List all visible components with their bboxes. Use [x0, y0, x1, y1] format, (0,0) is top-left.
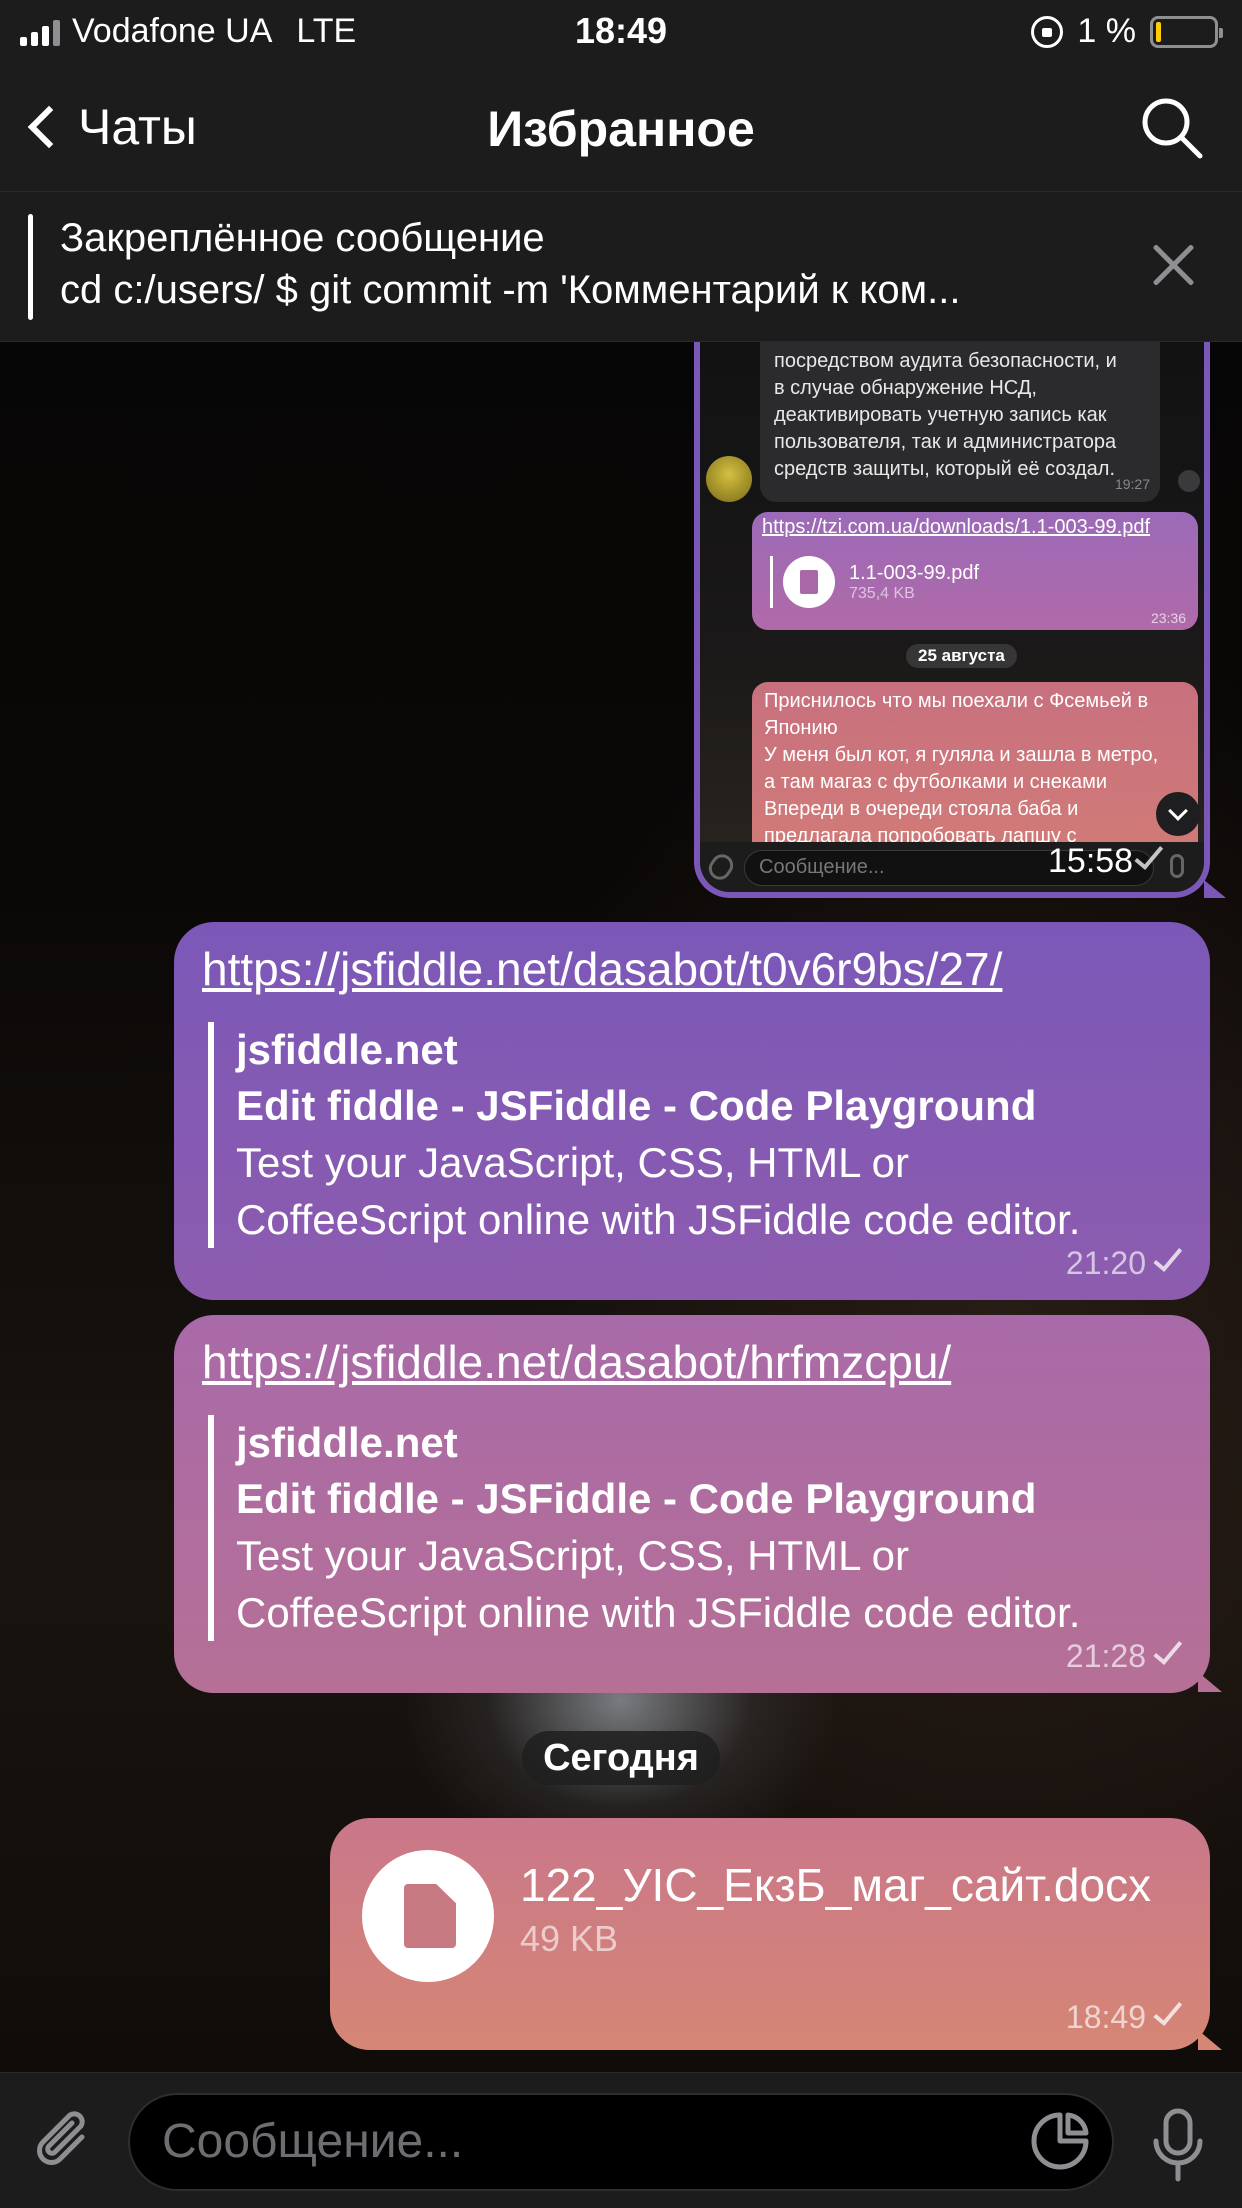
message-time: 21:28	[1065, 1634, 1183, 1675]
time-text: 21:20	[1065, 1245, 1146, 1281]
preview-title: Edit fiddle - JSFiddle - Code Playground	[236, 1082, 1037, 1129]
preview-site-name: jsfiddle.net	[236, 1026, 458, 1073]
message-time: 18:49	[1065, 1995, 1183, 2036]
file-message[interactable]: 122_УІС_ЕкзБ_маг_сайт.docx 49 KB 18:49	[330, 1818, 1210, 2050]
date-separator: Сегодня	[522, 1731, 720, 1785]
orientation-lock-icon	[1031, 15, 1064, 48]
file-icon	[783, 556, 835, 608]
mini-line: деактивировать учетную запись как	[774, 404, 1107, 426]
preview-site-name: jsfiddle.net	[236, 1419, 458, 1466]
mini-line: пользователя, так и администратора	[774, 431, 1117, 453]
sticker-icon[interactable]	[1028, 2109, 1092, 2173]
mini-file: 1.1-003-99.pdf 735,4 KB	[770, 556, 979, 608]
check-icon	[1153, 1634, 1183, 1665]
mini-line: посредством аудита безопасности, и	[774, 350, 1117, 372]
mini-file-name: 1.1-003-99.pdf	[849, 561, 980, 584]
preview-description: Test your JavaScript, CSS, HTML or	[236, 1139, 909, 1186]
mini-message-text: Приснилось что мы поехали с Фсемьей в Яп…	[752, 682, 1198, 842]
message-link[interactable]: https://jsfiddle.net/dasabot/t0v6r9bs/27…	[202, 942, 1184, 996]
screenshot-image: посредством аудита безопасности, и в слу…	[700, 342, 1204, 892]
check-icon	[1153, 1995, 1183, 2026]
pinned-indicator	[28, 214, 33, 320]
message-time: 21:20	[1065, 1241, 1183, 1282]
document-icon	[404, 1884, 456, 1948]
mini-line: Приснилось что мы поехали с Фсемьей в	[764, 690, 1149, 712]
chevron-down-icon	[1156, 792, 1200, 836]
paperclip-icon[interactable]	[30, 2107, 100, 2177]
microphone-icon	[1170, 854, 1184, 878]
file-name: 122_УІС_ЕкзБ_маг_сайт.docx	[520, 1859, 1152, 1911]
battery-icon	[1150, 15, 1223, 48]
pinned-text: cd c:/users/ $ git commit -m 'Комментари…	[60, 268, 961, 312]
avatar	[706, 456, 752, 502]
file-icon[interactable]	[362, 1850, 494, 1982]
mini-line: Впереди в очереди стояла баба и	[764, 798, 1079, 820]
mini-date-separator: 25 августа	[906, 644, 1017, 668]
screenshot-image-message[interactable]: посредством аудита безопасности, и в слу…	[694, 342, 1210, 898]
mini-line: в случае обнаружение НСД,	[774, 377, 1037, 399]
close-icon[interactable]	[1150, 242, 1196, 288]
preview-description: CoffeeScript online with JSFiddle code e…	[236, 1196, 1081, 1243]
microphone-icon[interactable]	[1148, 2107, 1208, 2183]
mini-line: предлагала попробовать лапшу с	[764, 825, 1077, 842]
link-preview[interactable]: jsfiddle.net Edit fiddle - JSFiddle - Co…	[208, 1022, 1080, 1248]
nav-bar: Чаты Избранное	[0, 62, 1242, 192]
preview-title: Edit fiddle - JSFiddle - Code Playground	[236, 1475, 1037, 1522]
link-message[interactable]: https://jsfiddle.net/dasabot/hrfmzcpu/ j…	[174, 1315, 1210, 1693]
message-input[interactable]: Сообщение...	[128, 2093, 1114, 2191]
time-text: 18:49	[1065, 1999, 1146, 2035]
battery-percent: 1 %	[1077, 12, 1136, 50]
forward-icon	[1178, 470, 1200, 492]
chat-title: Избранное	[487, 101, 755, 157]
time-text: 15:58	[1048, 842, 1134, 880]
message-link[interactable]: https://jsfiddle.net/dasabot/hrfmzcpu/	[202, 1335, 1184, 1389]
mini-message-text: посредством аудита безопасности, и в слу…	[760, 342, 1160, 502]
mini-line: У меня был кот, я гуляла и зашла в метро…	[764, 744, 1159, 766]
pinned-message-bar[interactable]: Закреплённое сообщение cd c:/users/ $ gi…	[0, 192, 1242, 342]
message-input-bar: Сообщение...	[0, 2072, 1242, 2208]
battery-level	[1156, 21, 1161, 42]
mini-line: средств защиты, который её создал.	[774, 458, 1116, 480]
file-size: 49 KB	[520, 1918, 619, 1959]
mini-line: а там магаз с футболками и снеками	[764, 771, 1108, 793]
mini-file-size: 735,4 KB	[849, 584, 915, 602]
check-icon	[1153, 1241, 1183, 1272]
preview-description: Test your JavaScript, CSS, HTML or	[236, 1532, 909, 1579]
mini-line: Японию	[764, 717, 838, 739]
status-bar: Vodafone UA LTE 18:49 1 %	[0, 0, 1242, 62]
link-preview[interactable]: jsfiddle.net Edit fiddle - JSFiddle - Co…	[208, 1415, 1080, 1641]
link-message[interactable]: https://jsfiddle.net/dasabot/t0v6r9bs/27…	[174, 922, 1210, 1300]
mini-time: 19:27	[1114, 476, 1150, 492]
search-icon[interactable]	[1138, 94, 1206, 162]
mini-time: 23:36	[1150, 610, 1186, 626]
mini-file-message: https://tzi.com.ua/downloads/1.1-003-99.…	[752, 512, 1198, 630]
preview-description: CoffeeScript online with JSFiddle code e…	[236, 1589, 1081, 1636]
status-right: 1 %	[1031, 12, 1223, 51]
message-time: 15:58	[1048, 839, 1164, 881]
paperclip-icon	[704, 850, 738, 884]
mini-link: https://tzi.com.ua/downloads/1.1-003-99.…	[762, 516, 1151, 538]
pinned-title: Закреплённое сообщение	[60, 216, 545, 260]
time-text: 21:28	[1065, 1638, 1146, 1674]
